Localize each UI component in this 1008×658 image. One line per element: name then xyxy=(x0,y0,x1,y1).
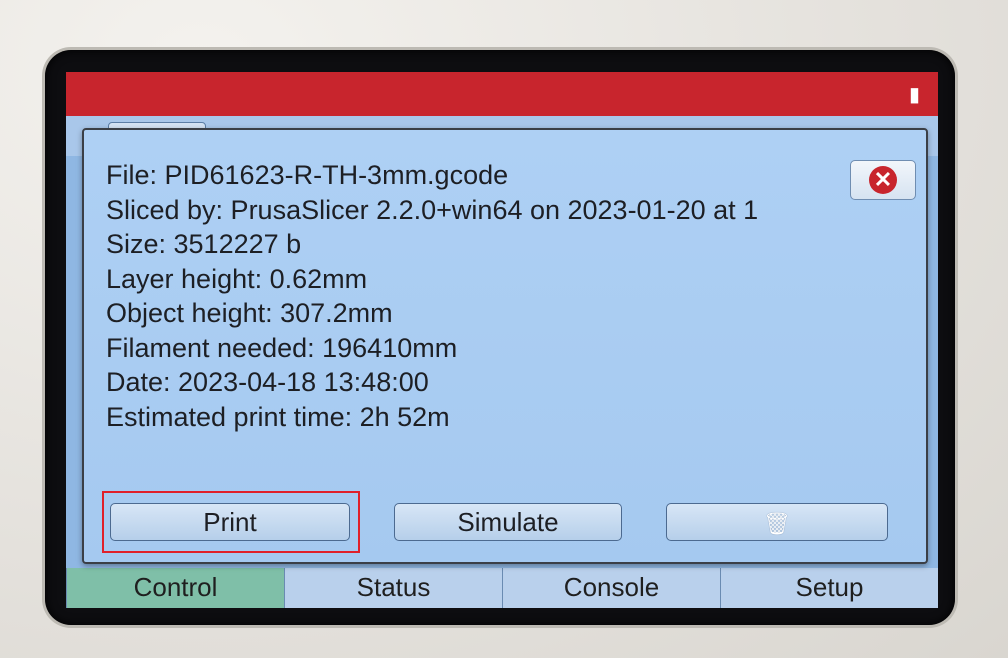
close-icon: ✕ xyxy=(869,166,897,194)
date-line: Date: 2023-04-18 13:48:00 xyxy=(106,367,429,397)
bottom-tab-bar: Control Status Console Setup xyxy=(66,568,938,608)
tab-console[interactable]: Console xyxy=(502,568,720,608)
close-button[interactable]: ✕ xyxy=(850,160,916,200)
object-height-line: Object height: 307.2mm xyxy=(106,298,393,328)
layer-height-line: Layer height: 0.62mm xyxy=(106,263,368,294)
touch-screen: ▮ Control Status Console Setup File: PID… xyxy=(66,72,938,608)
filament-needed-line: Filament needed: 196410mm xyxy=(106,332,458,363)
trash-icon: 🗑 xyxy=(763,511,791,536)
estimated-time-line: Estimated print time: 2h 52m xyxy=(106,401,450,432)
delete-button[interactable]: 🗑 xyxy=(666,503,888,541)
simulate-button[interactable]: Simulate xyxy=(394,503,622,541)
size-line: Size: 3512227 b xyxy=(106,229,302,259)
tab-setup[interactable]: Setup xyxy=(720,568,938,608)
file-name-line: File: PID61623-R-TH-3mm.gcode xyxy=(106,160,509,190)
file-info-dialog: File: PID61623-R-TH-3mm.gcode Sliced by:… xyxy=(82,128,928,564)
tab-status[interactable]: Status xyxy=(284,568,502,608)
tab-control[interactable]: Control xyxy=(66,568,284,608)
device-body: ▮ Control Status Console Setup File: PID… xyxy=(0,0,1008,658)
print-button[interactable]: Print xyxy=(110,503,350,541)
sliced-by-line: Sliced by: PrusaSlicer 2.2.0+win64 on 20… xyxy=(106,194,759,225)
app-titlebar: ▮ xyxy=(66,72,938,116)
wifi-icon: ▮ xyxy=(908,84,920,106)
file-info-text: File: PID61623-R-TH-3mm.gcode Sliced by:… xyxy=(106,158,926,434)
